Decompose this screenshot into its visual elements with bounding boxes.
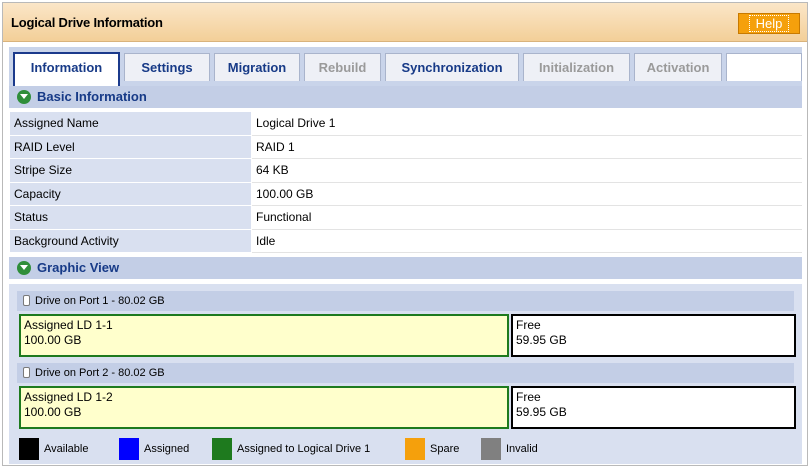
tab-rebuild-label: Rebuild — [318, 60, 367, 75]
legend-swatch — [19, 438, 39, 460]
tab-migration[interactable]: Migration — [214, 53, 300, 81]
info-label: Capacity — [9, 181, 252, 206]
info-label: RAID Level — [9, 134, 252, 159]
title-bar: Logical Drive Information Help — [3, 3, 807, 42]
info-label: Stripe Size — [9, 158, 252, 183]
collapse-icon — [17, 261, 31, 275]
help-button-label: Help — [748, 15, 790, 32]
tab-synchronization[interactable]: Synchronization — [385, 53, 519, 81]
legend-label: Assigned to Logical Drive 1 — [237, 443, 371, 455]
info-label: Status — [9, 205, 252, 230]
legend-label: Available — [44, 443, 89, 455]
free-segment[interactable]: Free 59.95 GB — [511, 386, 796, 429]
segment-size: 59.95 GB — [516, 405, 567, 419]
tab-synchronization-label: Synchronization — [401, 60, 503, 75]
assigned-segment[interactable]: Assigned LD 1-1 100.00 GB — [19, 314, 509, 357]
segment-name: Free — [516, 318, 541, 332]
info-value: 100.00 GB — [251, 181, 802, 206]
tab-strip-filler — [726, 53, 802, 81]
info-label: Assigned Name — [9, 111, 252, 136]
legend-label: Assigned — [144, 443, 190, 455]
info-value: 64 KB — [251, 158, 802, 183]
legend-swatch — [481, 438, 501, 460]
tab-strip: Information Settings Migration Rebuild S… — [9, 47, 802, 87]
legend-swatch — [405, 438, 425, 460]
tab-rebuild: Rebuild — [304, 53, 381, 81]
segment-name: Assigned LD 1-2 — [24, 390, 113, 404]
segment-size: 100.00 GB — [24, 405, 82, 419]
assigned-segment[interactable]: Assigned LD 1-2 100.00 GB — [19, 386, 509, 429]
info-value: Functional — [251, 205, 802, 230]
disk-drive-icon — [23, 295, 30, 306]
legend-swatch — [212, 438, 232, 460]
graphic-view-panel: Drive on Port 1 - 80.02 GB Assigned LD 1… — [9, 284, 802, 464]
info-row: Background Activity Idle — [9, 228, 802, 253]
basic-information-header[interactable]: Basic Information — [9, 86, 802, 108]
logical-drive-window: Logical Drive Information Help Informati… — [2, 2, 808, 466]
tab-initialization: Initialization — [523, 53, 630, 81]
free-segment[interactable]: Free 59.95 GB — [511, 314, 796, 357]
disk-drive-icon — [23, 367, 30, 378]
tab-initialization-label: Initialization — [538, 60, 615, 75]
collapse-icon — [17, 90, 31, 104]
help-button[interactable]: Help — [738, 13, 800, 34]
window-title: Logical Drive Information — [11, 15, 163, 30]
tab-activation: Activation — [634, 53, 722, 81]
tab-migration-label: Migration — [227, 60, 287, 75]
segment-size: 100.00 GB — [24, 333, 82, 347]
drive-header-port-1: Drive on Port 1 - 80.02 GB — [17, 291, 794, 311]
legend-swatch — [119, 438, 139, 460]
graphic-view-title: Graphic View — [37, 260, 120, 275]
graphic-view-header[interactable]: Graphic View — [9, 257, 802, 279]
tab-information[interactable]: Information — [13, 52, 120, 86]
tab-settings[interactable]: Settings — [124, 53, 210, 81]
info-row: Capacity 100.00 GB — [9, 181, 802, 206]
segment-name: Free — [516, 390, 541, 404]
basic-information-title: Basic Information — [37, 89, 147, 104]
info-value: RAID 1 — [251, 134, 802, 159]
info-value: Logical Drive 1 — [251, 111, 802, 136]
drive-header-label: Drive on Port 2 - 80.02 GB — [35, 367, 165, 379]
legend-label: Spare — [430, 443, 460, 455]
basic-information-table: Assigned Name Logical Drive 1 RAID Level R… — [9, 111, 802, 253]
info-value: Idle — [251, 228, 802, 253]
legend-label: Invalid — [506, 443, 538, 455]
info-row: Assigned Name Logical Drive 1 — [9, 111, 802, 136]
tab-settings-label: Settings — [141, 60, 193, 75]
info-row: Status Functional — [9, 205, 802, 230]
info-row: Stripe Size 64 KB — [9, 158, 802, 183]
segment-name: Assigned LD 1-1 — [24, 318, 113, 332]
segment-size: 59.95 GB — [516, 333, 567, 347]
tab-information-label: Information — [30, 60, 103, 75]
drive-header-label: Drive on Port 1 - 80.02 GB — [35, 295, 165, 307]
drive-header-port-2: Drive on Port 2 - 80.02 GB — [17, 363, 794, 383]
tab-activation-label: Activation — [646, 60, 710, 75]
info-label: Background Activity — [9, 228, 252, 253]
info-row: RAID Level RAID 1 — [9, 134, 802, 159]
